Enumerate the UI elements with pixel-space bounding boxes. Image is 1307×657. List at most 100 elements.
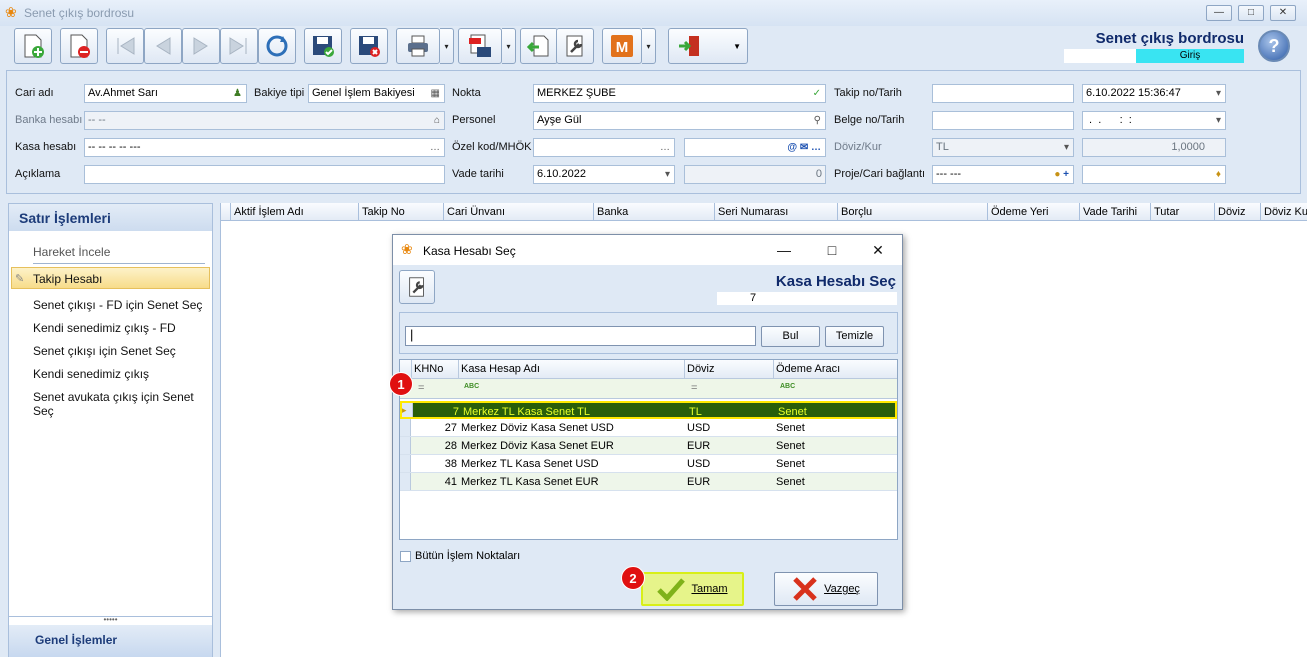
- sidebar-item-senet-cikisi-fd[interactable]: Senet çıkışı - FD için Senet Seç: [33, 298, 202, 312]
- takip-no-field[interactable]: [932, 84, 1074, 103]
- dialog-tools-button[interactable]: [399, 270, 435, 304]
- pdf-dropdown[interactable]: ▾: [502, 28, 516, 64]
- column-cari-unvani[interactable]: Cari Ünvanı: [443, 203, 593, 221]
- all-points-checkbox[interactable]: [400, 551, 411, 562]
- table-row[interactable]: 27 Merkez Döviz Kasa Senet USD USD Senet: [400, 419, 897, 437]
- table-row[interactable]: 28 Merkez Döviz Kasa Senet EUR EUR Senet: [400, 437, 897, 455]
- sidebar-item-senet-cikisi-senet-sec[interactable]: Senet çıkışı için Senet Seç: [33, 344, 176, 358]
- save-close-button[interactable]: [350, 28, 388, 64]
- save-button[interactable]: [304, 28, 342, 64]
- first-record-button[interactable]: [106, 28, 144, 64]
- filter-kasa-hesap-adi[interactable]: ABC: [464, 383, 479, 390]
- belge-no-field[interactable]: [932, 111, 1074, 130]
- ozel-kod-field[interactable]: …: [533, 138, 675, 157]
- column-takip-no[interactable]: Takip No: [358, 203, 443, 221]
- column-aktif-islem[interactable]: Aktif İşlem Adı: [230, 203, 358, 221]
- import-button[interactable]: [520, 28, 558, 64]
- doviz-field[interactable]: TL ▾: [932, 138, 1074, 157]
- satir-islemleri-header[interactable]: Satır İşlemleri: [9, 204, 212, 231]
- find-button[interactable]: Bul: [761, 326, 820, 347]
- sidebar-item-hareket-incele[interactable]: Hareket İncele: [33, 245, 205, 264]
- table-row[interactable]: 38 Merkez TL Kasa Senet USD USD Senet: [400, 455, 897, 473]
- column-doviz[interactable]: Döviz: [685, 360, 774, 379]
- vade-tarihi-field[interactable]: 6.10.2022 ▾: [533, 165, 675, 184]
- column-seri-numarasi[interactable]: Seri Numarası: [714, 203, 837, 221]
- clear-button[interactable]: Temizle: [825, 326, 884, 347]
- sidebar-item-takip-hesabi[interactable]: Takip Hesabı: [33, 272, 102, 286]
- personel-field[interactable]: Ayşe Gül ⚲: [533, 111, 826, 130]
- row-kasa-hesap-adi: Merkez TL Kasa Senet TL: [463, 406, 590, 417]
- row-khno: 41: [444, 476, 457, 488]
- filter-odeme-araci[interactable]: ABC: [780, 383, 795, 390]
- delete-record-button[interactable]: [60, 28, 98, 64]
- personel-value: Ayşe Gül: [537, 114, 582, 126]
- filter-doviz[interactable]: =: [691, 382, 697, 394]
- lock-plus-icon: ● +: [1054, 169, 1069, 180]
- previous-record-button[interactable]: [144, 28, 182, 64]
- genel-islemler-header[interactable]: Genel İşlemler: [9, 625, 212, 657]
- search-input[interactable]: [405, 326, 756, 346]
- nokta-field[interactable]: MERKEZ ŞUBE ✓: [533, 84, 826, 103]
- next-record-button[interactable]: [182, 28, 220, 64]
- proje-extra-field[interactable]: ♦: [1082, 165, 1226, 184]
- save-close-icon: [359, 36, 380, 57]
- print-dropdown[interactable]: ▾: [440, 28, 454, 64]
- column-doviz[interactable]: Döviz: [1214, 203, 1260, 221]
- ok-button[interactable]: Tamam: [641, 572, 744, 606]
- column-banka[interactable]: Banka: [593, 203, 714, 221]
- column-vade-tarihi[interactable]: Vade Tarihi: [1079, 203, 1150, 221]
- sidebar-item-kendi-senedimiz-fd[interactable]: Kendi senedimiz çıkış - FD: [33, 321, 176, 335]
- svg-text:M: M: [616, 39, 629, 56]
- column-odeme-araci[interactable]: Ödeme Aracı: [774, 360, 897, 379]
- kasa-hesabi-field[interactable]: -- -- -- -- ---…: [84, 138, 445, 157]
- cari-adi-field[interactable]: Av.Ahmet Sarı ♟: [84, 84, 247, 103]
- aciklama-field[interactable]: [84, 165, 445, 184]
- filter-row[interactable]: = ABC = ABC: [400, 379, 897, 399]
- satir-islemleri-panel: Satır İşlemleri Hareket İncele ✎ Takip H…: [8, 203, 213, 657]
- pdf-export-button[interactable]: [458, 28, 502, 64]
- column-khno[interactable]: KHNo: [412, 360, 459, 379]
- takip-tarih-field[interactable]: 6.10.2022 15:36:47 ▾: [1082, 84, 1226, 103]
- column-tutar[interactable]: Tutar: [1150, 203, 1214, 221]
- table-row[interactable]: 41 Merkez TL Kasa Senet EUR EUR Senet: [400, 473, 897, 491]
- column-borclu[interactable]: Borçlu: [837, 203, 987, 221]
- bakiye-tipi-field[interactable]: Genel İşlem Bakiyesi ▦: [308, 84, 445, 103]
- column-doviz-kur[interactable]: Döviz Kur: [1260, 203, 1307, 221]
- kur-field[interactable]: 1,0000: [1082, 138, 1226, 157]
- last-record-button[interactable]: [220, 28, 258, 64]
- new-record-button[interactable]: [14, 28, 52, 64]
- splitter-handle[interactable]: •••••: [9, 616, 212, 624]
- print-button[interactable]: [396, 28, 440, 64]
- help-button[interactable]: ?: [1258, 30, 1290, 62]
- row-indicator: [400, 437, 411, 454]
- m-dropdown[interactable]: ▾: [642, 28, 656, 64]
- close-button[interactable]: ✕: [1270, 5, 1296, 21]
- banka-hesabi-field[interactable]: -- -- ⌂: [84, 111, 445, 130]
- column-odeme-yeri[interactable]: Ödeme Yeri: [987, 203, 1079, 221]
- proje-label: Proje/Cari bağlantı: [834, 168, 926, 180]
- edit-icon: ✎: [15, 273, 25, 285]
- printer-icon: [408, 35, 428, 57]
- exit-button[interactable]: ▼: [668, 28, 748, 64]
- filter-khno[interactable]: =: [418, 382, 424, 394]
- dialog-maximize-button[interactable]: □: [821, 241, 843, 259]
- table-row[interactable]: ▸ 7 Merkez TL Kasa Senet TL TL Senet: [400, 401, 897, 419]
- refresh-button[interactable]: [258, 28, 296, 64]
- chevron-down-icon: ▾: [1215, 115, 1221, 126]
- tools-button[interactable]: [556, 28, 594, 64]
- sidebar-item-kendi-senedimiz-cikis[interactable]: Kendi senedimiz çıkış: [33, 367, 149, 381]
- dialog-minimize-button[interactable]: —: [773, 241, 795, 259]
- cancel-button[interactable]: Vazgeç: [774, 572, 878, 606]
- vade-amount-field[interactable]: 0: [684, 165, 826, 184]
- m-icon: M: [611, 35, 633, 57]
- record-count: 7: [717, 292, 789, 305]
- m-button[interactable]: M: [602, 28, 642, 64]
- column-kasa-hesap-adi[interactable]: Kasa Hesap Adı: [459, 360, 685, 379]
- sidebar-item-senet-avukata[interactable]: Senet avukata çıkış için Senet Seç: [33, 390, 212, 418]
- proje-field[interactable]: --- --- ● +: [932, 165, 1074, 184]
- mhok-field[interactable]: @ ✉ …: [684, 138, 826, 157]
- maximize-button[interactable]: □: [1238, 5, 1264, 21]
- minimize-button[interactable]: —: [1206, 5, 1232, 21]
- belge-tarih-field[interactable]: . . : : ▾: [1082, 111, 1226, 130]
- dialog-close-button[interactable]: ✕: [867, 241, 889, 259]
